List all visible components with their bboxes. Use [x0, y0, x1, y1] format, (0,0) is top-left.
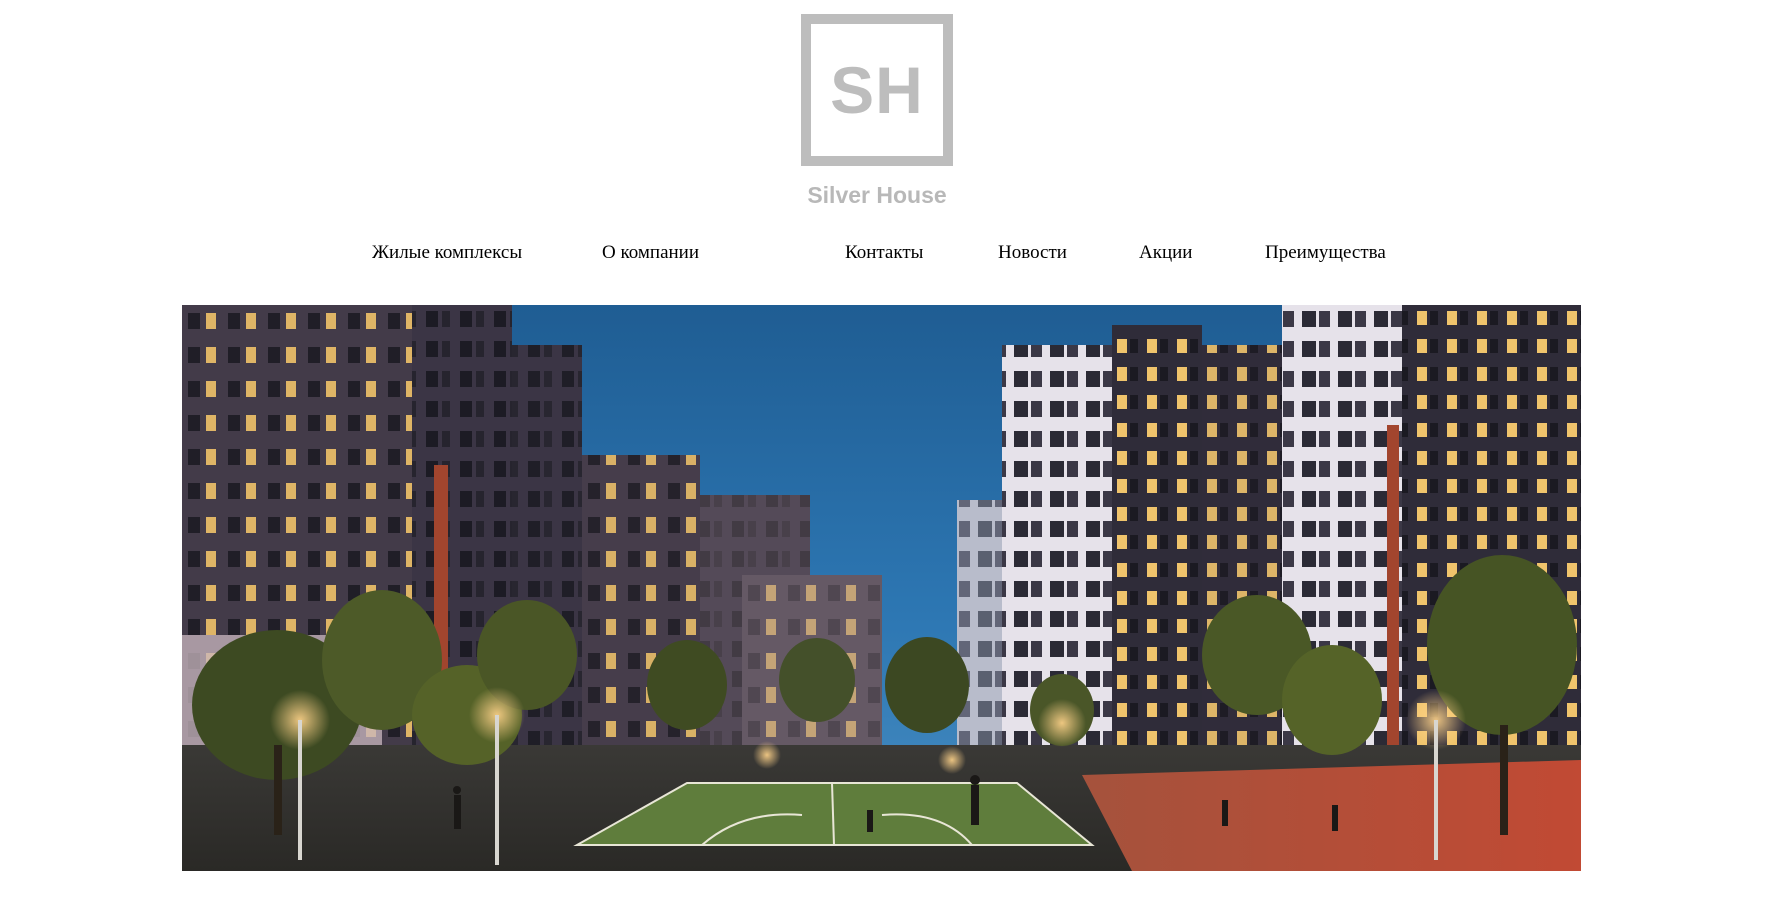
- hero-illustration: [182, 305, 1581, 871]
- logo-frame: SH: [801, 14, 953, 166]
- hero-image: [182, 305, 1581, 871]
- nav-item-advantages[interactable]: Преимущества: [1265, 242, 1386, 264]
- nav-item-contacts[interactable]: Контакты: [845, 242, 923, 264]
- nav-item-about[interactable]: О компании: [602, 242, 699, 264]
- site-logo[interactable]: SH Silver House: [801, 14, 953, 209]
- nav-item-residential-complexes[interactable]: Жилые комплексы: [372, 242, 522, 264]
- page: SH Silver House Жилые комплексы О компан…: [0, 0, 1787, 906]
- main-nav: Жилые комплексы О компании Контакты Ново…: [0, 242, 1787, 270]
- logo-name: Silver House: [807, 182, 947, 208]
- logo-mark: SH: [830, 53, 924, 127]
- nav-item-promotions[interactable]: Акции: [1139, 242, 1192, 264]
- nav-item-news[interactable]: Новости: [998, 242, 1067, 264]
